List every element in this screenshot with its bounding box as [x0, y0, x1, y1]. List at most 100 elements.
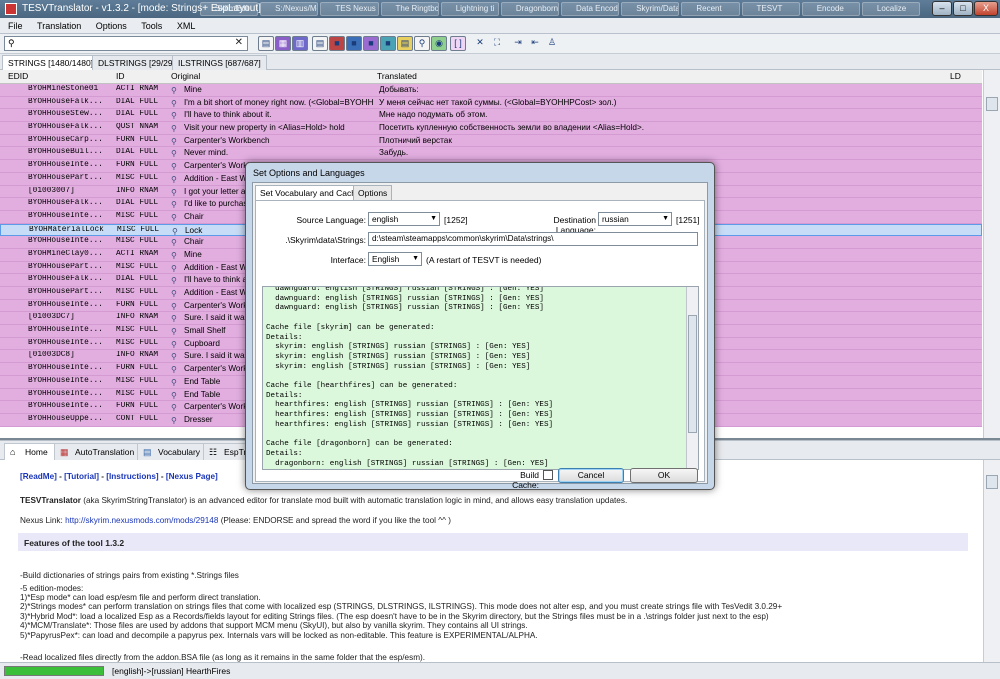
tab-home[interactable]: ⌂ Home [4, 443, 55, 460]
cancel-button[interactable]: Cancel [558, 468, 624, 483]
search-icon[interactable]: ⚲ [171, 250, 181, 260]
col-id[interactable]: ID [116, 71, 125, 81]
taskbar-item[interactable]: Data Encode [561, 2, 620, 16]
search-icon[interactable]: ⚲ [171, 377, 181, 387]
find-icon[interactable]: ⚲ [414, 36, 430, 51]
search-icon[interactable]: ⚲ [171, 85, 181, 95]
fullscreen-icon[interactable]: ⛶ [489, 36, 505, 51]
build-cache-checkbox[interactable] [543, 470, 553, 480]
nexus-page-link[interactable]: [Nexus Page] [166, 472, 218, 481]
tab-dlstrings[interactable]: DLSTRINGS [29/29] [92, 55, 182, 70]
taskbar-item[interactable]: Dragonborn [500, 2, 560, 16]
taskbar-item[interactable]: Encode [801, 2, 860, 16]
filter-violet-icon[interactable]: ■ [363, 36, 379, 51]
delete-icon[interactable]: ✕ [472, 36, 488, 51]
filter-all-icon[interactable]: ▤ [312, 36, 328, 51]
menu-options[interactable]: Options [96, 18, 127, 34]
maximize-button[interactable]: □ [953, 1, 973, 16]
bracket-icon[interactable]: [ ] [450, 36, 466, 51]
view-list-icon[interactable]: ▥ [292, 36, 308, 51]
instructions-link[interactable]: [Instructions] [106, 472, 158, 481]
filter-teal-icon[interactable]: ■ [380, 36, 396, 51]
taskbar-item[interactable]: Recent [681, 2, 740, 16]
menu-tools[interactable]: Tools [141, 18, 162, 34]
search-icon[interactable]: ⚲ [171, 199, 181, 209]
taskbar-item[interactable]: SkrimEdit [200, 2, 259, 16]
table-row[interactable]: BYOHHouseCarp... FURN FULL ⚲ Carpenter's Wo… [0, 134, 982, 148]
taskbar-item[interactable]: S:/Nexus/Mods [260, 2, 319, 16]
table-row[interactable]: BYOHHouseFalk... DIAL FULL ⚲ I'm a bit shor… [0, 96, 982, 110]
search-icon[interactable]: ⚲ [171, 148, 181, 158]
table-row[interactable]: BYOHMineStone01 ACTI RNAM ⚲ Mine Добывать: [0, 84, 982, 97]
taskbar-item[interactable]: TESVT [741, 2, 800, 16]
search-icon[interactable]: ⚲ [172, 226, 182, 236]
search-icon[interactable]: ⚲ [171, 301, 181, 311]
taskbar-item[interactable]: Localize [861, 2, 920, 16]
col-ld[interactable]: LD [950, 71, 961, 81]
clear-search-icon[interactable]: ✕ [235, 37, 243, 48]
menu-file[interactable]: File [8, 18, 23, 34]
grid-scrollbar[interactable] [983, 70, 1000, 438]
taskbar-item[interactable]: TES Nexus [320, 2, 379, 16]
search-icon[interactable]: ⚲ [171, 187, 181, 197]
search-icon[interactable]: ⚲ [171, 415, 181, 425]
table-row[interactable]: BYOHHouseStew... DIAL FULL ⚲ I'll have to t… [0, 109, 982, 123]
nexus-url-link[interactable]: http://skyrim.nexusmods.com/mods/29148 [65, 516, 218, 525]
col-edid[interactable]: EDID [8, 71, 28, 81]
tab-ilstrings[interactable]: ILSTRINGS [687/687] [172, 55, 267, 70]
log-scroll-thumb[interactable] [688, 315, 697, 433]
col-translated[interactable]: Translated [377, 71, 417, 81]
search-icon[interactable]: ⚲ [171, 339, 181, 349]
log-scrollbar[interactable] [686, 287, 698, 469]
taskbar-item[interactable]: Lightning ti [440, 2, 499, 16]
search-icon[interactable]: ⚲ [171, 364, 181, 374]
tutorial-link[interactable]: [Tutorial] [64, 472, 99, 481]
search-icon[interactable]: ⚲ [171, 174, 181, 184]
search-icon[interactable]: ⚲ [171, 212, 181, 222]
search-icon[interactable]: ⚲ [171, 326, 181, 336]
search-icon[interactable]: ⚲ [171, 390, 181, 400]
search-icon[interactable]: ⚲ [171, 110, 181, 120]
search-icon[interactable]: ⚲ [171, 123, 181, 133]
minimize-button[interactable]: – [932, 1, 952, 16]
search-icon[interactable]: ⚲ [171, 136, 181, 146]
help-scroll-thumb[interactable] [986, 475, 998, 489]
filter-red-icon[interactable]: ■ [329, 36, 345, 51]
export-icon[interactable]: ⇥ [510, 36, 526, 51]
menu-xml[interactable]: XML [177, 18, 196, 34]
search-icon[interactable]: ⚲ [171, 161, 181, 171]
find-green-icon[interactable]: ◉ [431, 36, 447, 51]
source-language-select[interactable]: english ▼ [368, 212, 440, 226]
tab-autotranslation[interactable]: ▦ AutoTranslation [54, 443, 142, 460]
grid-scroll-thumb[interactable] [986, 97, 998, 111]
menu-translation[interactable]: Translation [37, 18, 81, 34]
tab-options[interactable]: Options [353, 185, 393, 200]
search-icon[interactable]: ⚲ [171, 402, 181, 412]
import-icon[interactable]: ⇤ [527, 36, 543, 51]
search-icon[interactable]: ⚲ [171, 237, 181, 247]
search-icon[interactable]: ⚲ [171, 351, 181, 361]
close-button[interactable]: X [974, 1, 998, 16]
search-input[interactable]: ⚲ ✕ [4, 36, 248, 51]
search-icon[interactable]: ⚲ [171, 288, 181, 298]
strings-path-input[interactable]: d:\steam\steamapps\common\skyrim\Data\st… [368, 232, 698, 246]
interface-select[interactable]: English ▼ [368, 252, 422, 266]
search-icon[interactable]: ⚲ [171, 98, 181, 108]
view-purple-icon[interactable]: ▦ [275, 36, 291, 51]
destination-language-select[interactable]: russian ▼ [598, 212, 672, 226]
search-icon[interactable]: ⚲ [171, 313, 181, 323]
help-scrollbar[interactable] [983, 460, 1000, 662]
search-icon[interactable]: ⚲ [171, 275, 181, 285]
search-icon[interactable]: ⚲ [171, 263, 181, 273]
readme-link[interactable]: [ReadMe] [20, 472, 57, 481]
tab-vocabulary-cache[interactable]: Set Vocabulary and Cache [255, 185, 366, 201]
layout-icon[interactable]: ▤ [258, 36, 274, 51]
taskbar-item[interactable]: Skyrim/Data [621, 2, 680, 16]
tab-vocabulary[interactable]: ▤ Vocabulary [137, 443, 208, 460]
user-search-icon[interactable]: ♙ [544, 36, 560, 51]
taskbar-item[interactable]: The Ringtbo [380, 2, 439, 16]
table-row[interactable]: BYOHHouseBuil... DIAL FULL ⚲ Never mind. Заб… [0, 147, 982, 161]
filter-yellow-icon[interactable]: ▤ [397, 36, 413, 51]
table-row[interactable]: BYOHHouseFalk... QUST NNAM ⚲ Visit your new… [0, 122, 982, 135]
ok-button[interactable]: OK [630, 468, 698, 483]
